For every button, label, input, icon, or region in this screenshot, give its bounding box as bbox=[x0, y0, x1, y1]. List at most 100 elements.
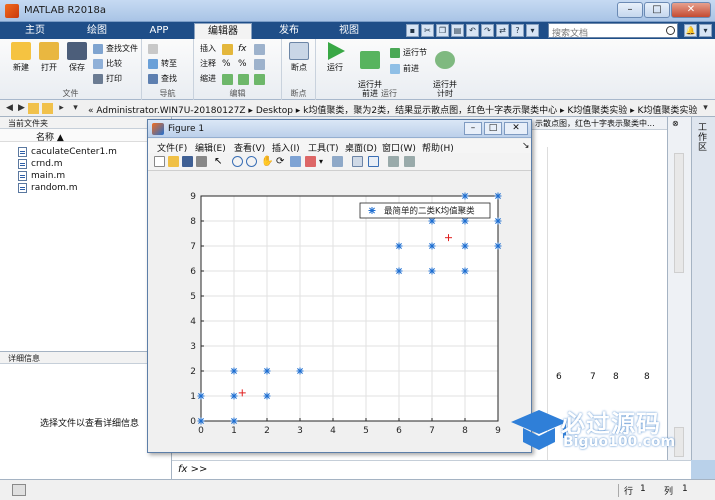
editor-partial-title: 示散点图，红色十字表示聚类中... bbox=[535, 119, 655, 128]
print-figure-icon[interactable] bbox=[196, 156, 207, 167]
figure-window[interactable]: Figure 1 – □ ✕ 文件(F) 编辑(E) 查看(V) 插入(I) 工… bbox=[147, 119, 532, 453]
open-file-icon[interactable] bbox=[168, 156, 179, 167]
address-dropdown-icon[interactable]: ▾ bbox=[700, 103, 711, 114]
command-window[interactable]: fx >> bbox=[172, 460, 691, 479]
insert-button[interactable]: 插入 bbox=[200, 43, 216, 55]
indent-button[interactable]: 缩进 bbox=[200, 73, 216, 85]
up-folder-icon[interactable] bbox=[42, 103, 53, 114]
file-item[interactable]: caculateCenter1.m bbox=[18, 146, 117, 158]
goto-button[interactable]: 转至 bbox=[148, 58, 177, 70]
advance-button[interactable]: 前进 bbox=[390, 63, 419, 75]
cut-quick-icon[interactable]: ✂ bbox=[421, 24, 434, 37]
copy-quick-icon[interactable]: ❐ bbox=[436, 24, 449, 37]
comment-button[interactable]: 注释 bbox=[200, 58, 216, 70]
legend-icon[interactable] bbox=[368, 156, 379, 167]
menu-dock-icon[interactable]: ↘ bbox=[522, 141, 530, 151]
link-plot-icon[interactable] bbox=[332, 156, 343, 167]
save-button[interactable]: 保存 bbox=[62, 42, 92, 73]
breakpoints-icon bbox=[289, 42, 309, 60]
decrease-indent-icon[interactable] bbox=[254, 74, 265, 85]
figure-maximize-button[interactable]: □ bbox=[484, 122, 502, 135]
close-button[interactable]: ✕ bbox=[671, 2, 711, 18]
figure-title-bar[interactable]: Figure 1 – □ ✕ bbox=[148, 120, 531, 138]
compare-button[interactable]: 比较 bbox=[93, 58, 122, 70]
paste-quick-icon[interactable]: ▤ bbox=[451, 24, 464, 37]
show-plot-tools-icon[interactable] bbox=[404, 156, 415, 167]
folder-path[interactable]: « Administrator.WIN7U-20180127Z ▸ Deskto… bbox=[88, 103, 697, 116]
scatter-plot[interactable]: 0 1 2 3 4 5 6 7 8 9 0 1 2 3 4 5 6 7 8 9 最简单的二类K均值聚类 bbox=[148, 172, 531, 452]
redo-quick-icon[interactable]: ↷ bbox=[481, 24, 494, 37]
x-tick-label: 3 bbox=[297, 426, 303, 436]
minimize-button[interactable]: – bbox=[617, 2, 643, 18]
run-section-button[interactable]: 运行节 bbox=[390, 47, 427, 59]
tab-plots[interactable]: 绘图 bbox=[70, 23, 124, 39]
wrap-comment-icon[interactable]: % bbox=[238, 59, 249, 70]
pointer-icon[interactable]: ↖ bbox=[214, 156, 225, 167]
rotate-icon[interactable]: ⟳ bbox=[276, 156, 287, 167]
fx-icon[interactable]: fx bbox=[238, 44, 249, 55]
forward-arrow-icon[interactable]: ▶ bbox=[16, 103, 27, 114]
hide-plot-tools-icon[interactable] bbox=[388, 156, 399, 167]
find-button[interactable]: 查找 bbox=[148, 73, 177, 85]
file-item[interactable]: random.m bbox=[18, 182, 78, 194]
maximize-button[interactable]: □ bbox=[644, 2, 670, 18]
open-button[interactable]: 打开 bbox=[34, 42, 64, 73]
data-cursor-icon[interactable] bbox=[290, 156, 301, 167]
run-section-icon bbox=[390, 48, 400, 58]
brush-dropdown-icon[interactable]: ▾ bbox=[319, 156, 330, 167]
vertical-scrollbar[interactable] bbox=[674, 153, 684, 273]
notifications-icon[interactable]: 🔔 bbox=[684, 24, 697, 37]
increase-indent-icon[interactable] bbox=[238, 74, 249, 85]
panel-collapse-icon[interactable]: ⊗ bbox=[672, 119, 684, 129]
browse-folder-icon[interactable]: ▸ bbox=[56, 103, 67, 114]
comment-nav-button[interactable] bbox=[148, 43, 161, 55]
print-button[interactable]: 打印 bbox=[93, 73, 122, 85]
zoom-in-icon[interactable] bbox=[232, 156, 243, 167]
percent-comment-icon[interactable]: % bbox=[222, 59, 233, 70]
insert-icon[interactable] bbox=[254, 44, 265, 55]
data-point-star bbox=[494, 242, 502, 250]
workspace-label[interactable]: 工作区 bbox=[698, 123, 710, 153]
back-arrow-icon[interactable]: ◀ bbox=[4, 103, 15, 114]
switch-window-icon[interactable]: ⇄ bbox=[496, 24, 509, 37]
workspace-sidebar[interactable]: 工作区 bbox=[691, 117, 715, 460]
tab-apps[interactable]: APP bbox=[132, 23, 186, 39]
run-icon bbox=[328, 42, 345, 60]
file-item[interactable]: main.m bbox=[18, 170, 65, 182]
tab-publish[interactable]: 发布 bbox=[262, 23, 316, 39]
smart-indent-icon[interactable] bbox=[222, 74, 233, 85]
tab-editor[interactable]: 编辑器 bbox=[194, 23, 252, 39]
figure-close-button[interactable]: ✕ bbox=[504, 122, 528, 135]
figure-minimize-button[interactable]: – bbox=[464, 122, 482, 135]
new-figure-icon[interactable] bbox=[154, 156, 165, 167]
new-button[interactable]: 新建 bbox=[6, 42, 36, 73]
search-icon[interactable] bbox=[666, 26, 675, 35]
colorbar-icon[interactable] bbox=[352, 156, 363, 167]
find-files-button[interactable]: 查找文件 bbox=[93, 43, 138, 55]
status-grip-icon bbox=[12, 484, 26, 496]
folder-icon[interactable] bbox=[28, 103, 39, 114]
address-menu-icon[interactable]: ▾ bbox=[70, 103, 81, 114]
address-bar: ◀ ▶ ▸ ▾ « Administrator.WIN7U-20180127Z … bbox=[0, 100, 715, 117]
breakpoints-button[interactable]: 断点 bbox=[284, 42, 314, 73]
help-icon[interactable]: ? bbox=[511, 24, 524, 37]
search-docs-input[interactable]: 搜索文档 bbox=[548, 23, 678, 39]
save-figure-icon[interactable] bbox=[182, 156, 193, 167]
pan-icon[interactable]: ✋ bbox=[261, 156, 273, 167]
y-tick-label: 8 bbox=[190, 217, 196, 227]
save-quick-icon[interactable]: ▪ bbox=[406, 24, 419, 37]
uncomment-icon[interactable] bbox=[254, 59, 265, 70]
tab-home[interactable]: 主页 bbox=[10, 23, 60, 39]
insert-section-icon[interactable] bbox=[222, 44, 233, 55]
options-icon[interactable]: ▾ bbox=[699, 24, 712, 37]
dropdown-icon[interactable]: ▾ bbox=[526, 24, 539, 37]
name-column-header[interactable]: 名称 ▲ bbox=[0, 129, 171, 143]
run-button[interactable]: 运行 bbox=[320, 42, 350, 73]
tab-view[interactable]: 视图 bbox=[322, 23, 376, 39]
brush-icon[interactable] bbox=[305, 156, 316, 167]
file-item[interactable]: crnd.m bbox=[18, 158, 63, 170]
undo-quick-icon[interactable]: ↶ bbox=[466, 24, 479, 37]
x-tick-label: 6 bbox=[396, 426, 402, 436]
watermark-subtext: Biguo100.com bbox=[563, 434, 676, 450]
zoom-out-icon[interactable] bbox=[246, 156, 257, 167]
